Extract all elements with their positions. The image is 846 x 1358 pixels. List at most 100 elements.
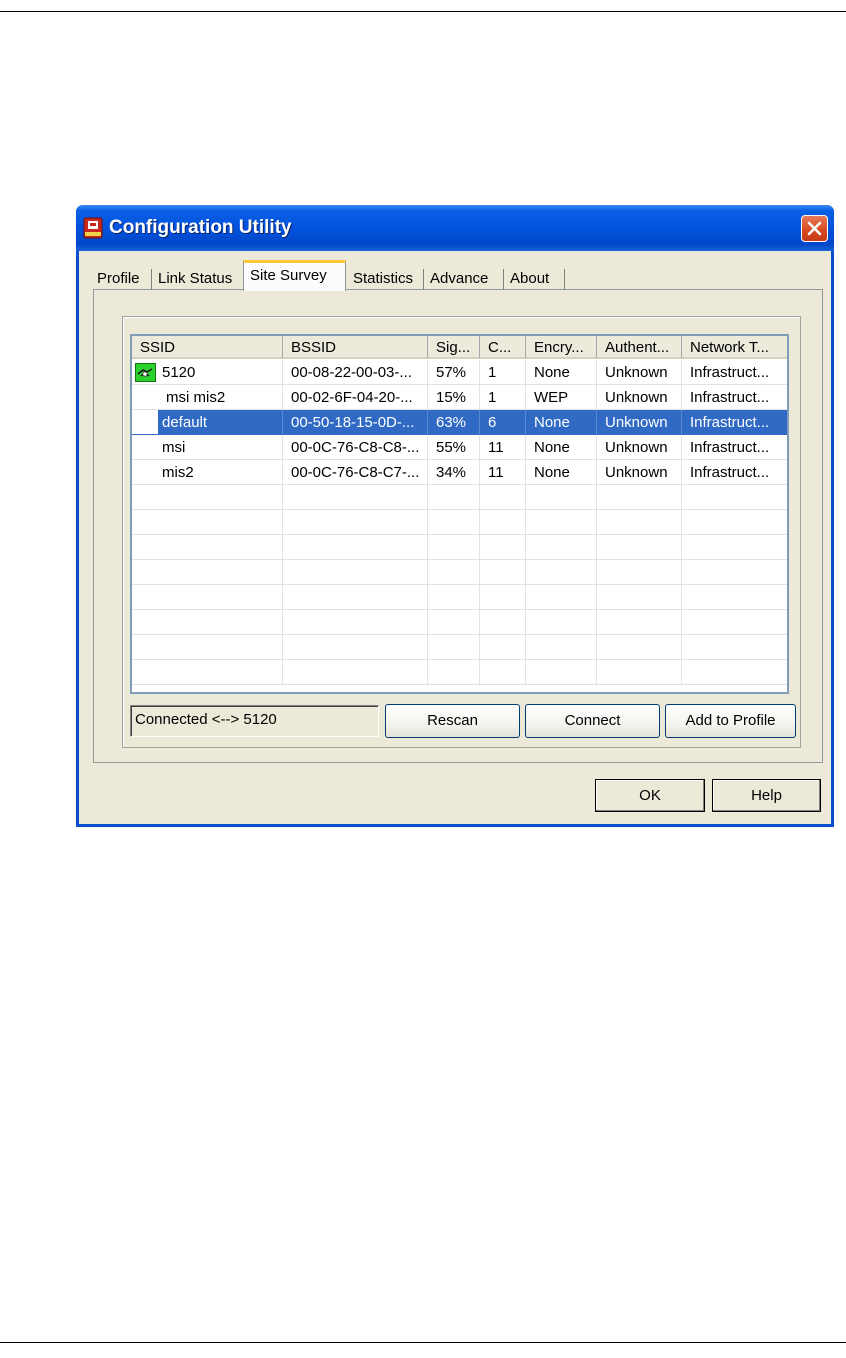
cell-signal: 55% (428, 435, 480, 460)
empty-table-row (132, 560, 787, 585)
empty-table-row (132, 660, 787, 685)
ok-button[interactable]: OK (595, 779, 705, 812)
title-bar[interactable]: Configuration Utility (76, 205, 834, 251)
tab-link-status[interactable]: Link Status (152, 267, 243, 291)
cell-encryption (526, 485, 597, 510)
table-row[interactable]: 5120 00-08-22-00-03-... 57% 1 None Unknown Inf… (132, 360, 787, 385)
ssid-text: msi mis2 (166, 389, 226, 406)
cell-signal (428, 585, 480, 610)
column-authentication[interactable]: Authent... (597, 336, 682, 359)
network-adapter-icon[interactable] (83, 217, 103, 239)
cell-authentication: Unknown (597, 460, 682, 485)
cell-encryption (526, 660, 597, 685)
cell-network-type: Infrastruct... (682, 410, 787, 435)
cell-channel (480, 535, 526, 560)
cell-ssid (132, 585, 283, 610)
column-channel[interactable]: C... (480, 336, 526, 359)
help-button[interactable]: Help (712, 779, 821, 812)
cell-channel (480, 635, 526, 660)
cell-bssid (283, 560, 428, 585)
empty-table-row (132, 485, 787, 510)
cell-encryption (526, 610, 597, 635)
cell-network-type (682, 560, 787, 585)
add-to-profile-button[interactable]: Add to Profile (665, 704, 796, 738)
cell-authentication: Unknown (597, 385, 682, 410)
table-row[interactable]: mis2 00-0C-76-C8-C7-... 34% 11 None Unknown In… (132, 460, 787, 485)
cell-encryption (526, 560, 597, 585)
tab-about[interactable]: About (504, 267, 565, 291)
cell-encryption: None (526, 460, 597, 485)
site-survey-list[interactable]: SSID BSSID Sig... C... Encry... Authent.… (130, 334, 789, 694)
ssid-text: msi (162, 439, 186, 456)
tab-profile[interactable]: Profile (91, 267, 152, 291)
cell-signal: 15% (428, 385, 480, 410)
cell-bssid (283, 610, 428, 635)
cell-channel (480, 660, 526, 685)
cell-encryption: None (526, 435, 597, 460)
cell-authentication (597, 510, 682, 535)
cell-channel: 6 (480, 410, 526, 435)
empty-table-row (132, 610, 787, 635)
close-icon (807, 221, 822, 236)
ssid-text: 5120 (162, 364, 196, 381)
connect-button[interactable]: Connect (525, 704, 660, 738)
cell-network-type (682, 585, 787, 610)
table-row[interactable]: msi mis2 00-02-6F-04-20-... 15% 1 WEP Unknown… (132, 385, 787, 410)
table-row[interactable]: msi 00-0C-76-C8-C8-... 55% 11 None Unknown Inf… (132, 435, 787, 460)
column-signal[interactable]: Sig... (428, 336, 480, 359)
cell-authentication (597, 585, 682, 610)
cell-authentication: Unknown (597, 360, 682, 385)
site-survey-group: SSID BSSID Sig... C... Encry... Authent.… (122, 316, 801, 748)
cell-authentication (597, 635, 682, 660)
cell-channel (480, 560, 526, 585)
cell-signal (428, 660, 480, 685)
cell-bssid (283, 535, 428, 560)
rescan-button[interactable]: Rescan (385, 704, 520, 738)
page-bottom-rule (0, 1342, 846, 1343)
ssid-text: default (162, 414, 208, 431)
cell-encryption: None (526, 410, 597, 435)
cell-authentication: Unknown (597, 410, 682, 435)
tab-advance[interactable]: Advance (424, 267, 504, 291)
tab-statistics[interactable]: Statistics (347, 267, 424, 291)
cell-ssid: msi mis2 (132, 385, 283, 410)
cell-signal (428, 610, 480, 635)
cell-signal (428, 510, 480, 535)
cell-ssid (132, 510, 283, 535)
column-bssid[interactable]: BSSID (283, 336, 428, 359)
empty-table-row (132, 510, 787, 535)
column-network-type[interactable]: Network T... (682, 336, 787, 359)
cell-encryption (526, 585, 597, 610)
cell-encryption (526, 635, 597, 660)
cell-ssid (132, 660, 283, 685)
cell-bssid: 00-50-18-15-0D-... (283, 410, 428, 435)
cell-channel: 11 (480, 435, 526, 460)
cell-signal (428, 535, 480, 560)
cell-channel (480, 510, 526, 535)
cell-bssid (283, 485, 428, 510)
configuration-utility-window: Configuration Utility Profile Link Statu… (76, 205, 834, 827)
cell-authentication: Unknown (597, 435, 682, 460)
cell-encryption: None (526, 360, 597, 385)
cell-bssid: 00-02-6F-04-20-... (283, 385, 428, 410)
cell-bssid (283, 585, 428, 610)
close-button[interactable] (801, 215, 828, 242)
cell-signal (428, 560, 480, 585)
cell-authentication (597, 535, 682, 560)
list-header: SSID BSSID Sig... C... Encry... Authent.… (132, 336, 787, 360)
table-row[interactable]: default 00-50-18-15-0D-... 63% 6 None Unknown… (132, 410, 787, 435)
cell-ssid: 5120 (132, 360, 283, 385)
column-ssid[interactable]: SSID (132, 336, 283, 359)
cell-network-type (682, 535, 787, 560)
tab-site-survey[interactable]: Site Survey (243, 260, 346, 291)
cell-network-type: Infrastruct... (682, 460, 787, 485)
cell-ssid (132, 610, 283, 635)
column-encryption[interactable]: Encry... (526, 336, 597, 359)
cell-channel: 1 (480, 360, 526, 385)
cell-ssid: default (132, 410, 283, 435)
cell-authentication (597, 485, 682, 510)
cell-bssid: 00-0C-76-C8-C8-... (283, 435, 428, 460)
site-survey-panel: SSID BSSID Sig... C... Encry... Authent.… (93, 289, 823, 763)
cell-channel: 1 (480, 385, 526, 410)
cell-bssid: 00-0C-76-C8-C7-... (283, 460, 428, 485)
